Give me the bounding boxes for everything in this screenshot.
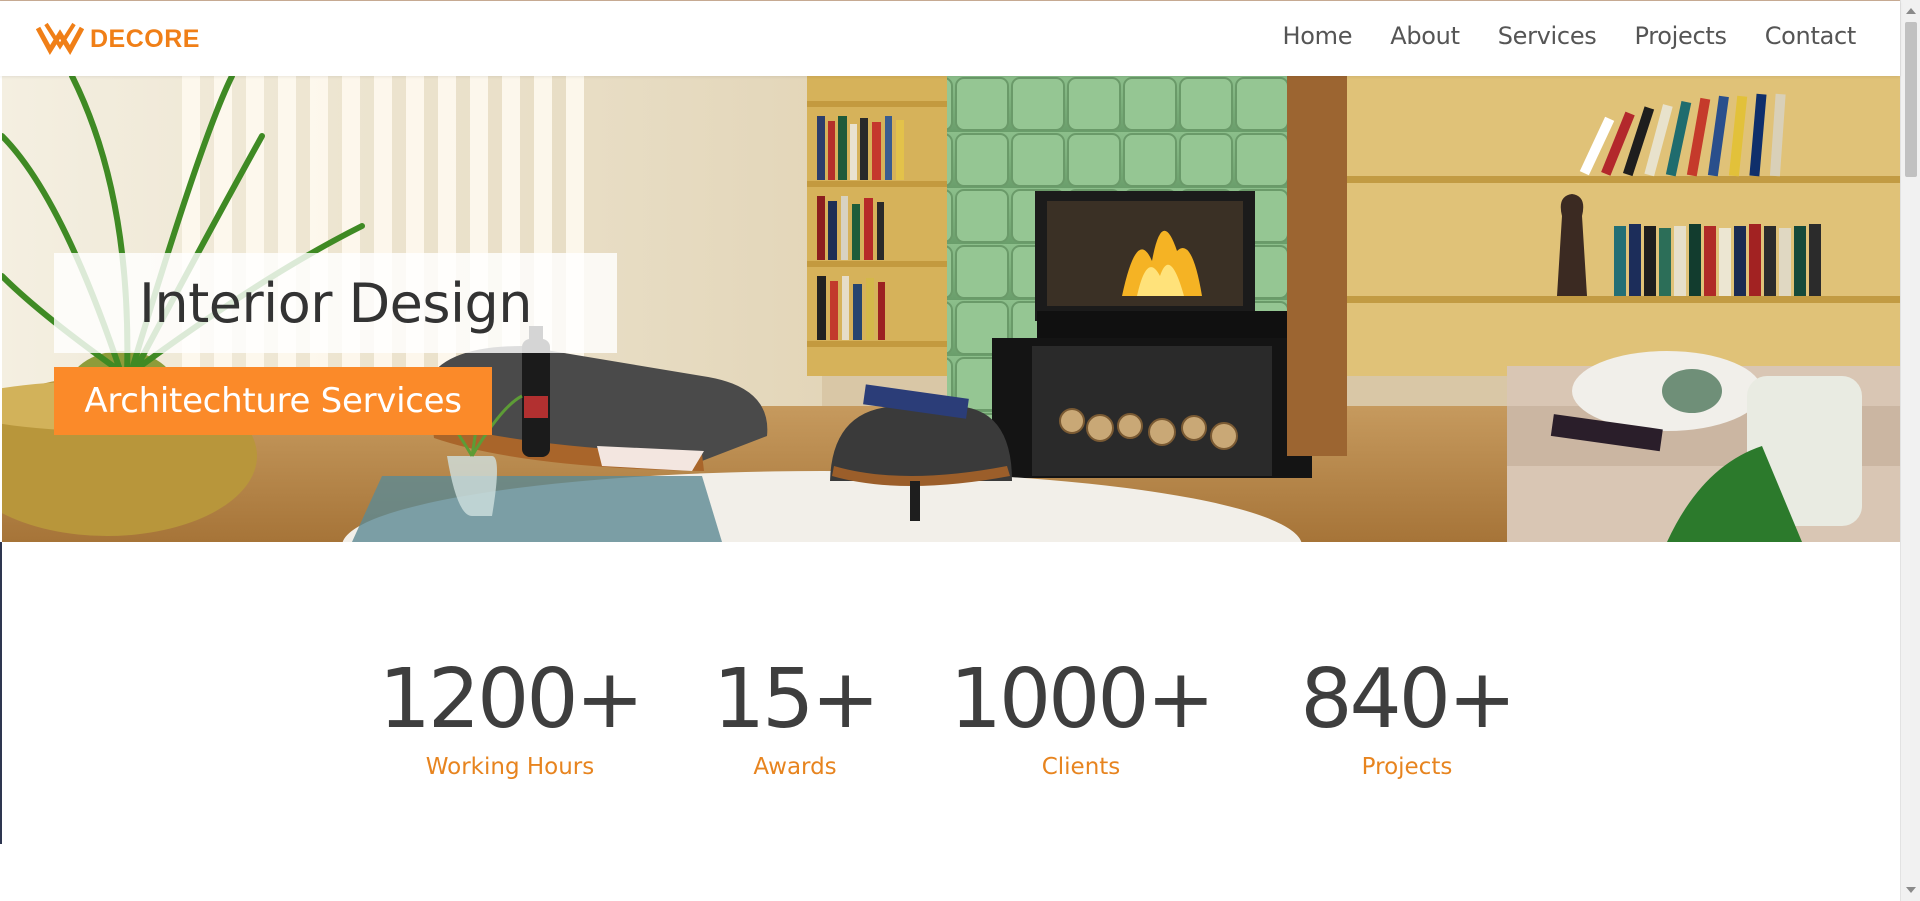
- scroll-down-arrow-icon[interactable]: [1906, 887, 1916, 893]
- nav-contact[interactable]: Contact: [1765, 22, 1857, 50]
- scroll-up-arrow-icon[interactable]: [1906, 8, 1916, 14]
- hero-title: Interior Design: [138, 271, 533, 335]
- nav-about[interactable]: About: [1390, 22, 1460, 50]
- stat-label: Projects: [1361, 754, 1453, 780]
- hero-title-box: Interior Design: [54, 253, 617, 353]
- decore-logo-icon: [36, 22, 84, 55]
- stat-value: 15+: [712, 652, 880, 747]
- main-nav: Home About Services Projects Contact: [1283, 22, 1857, 50]
- scrollbar-thumb[interactable]: [1905, 22, 1917, 177]
- stats-section: 1200+ Working Hours 15+ Awards 1000+ Cli…: [0, 650, 1900, 800]
- stat-value: 840+: [1300, 652, 1516, 747]
- stat-label: Awards: [753, 754, 837, 780]
- navbar: DECORE Home About Services Projects Cont…: [0, 1, 1900, 76]
- stat-value: 1000+: [949, 652, 1215, 747]
- brand-logo[interactable]: DECORE: [36, 20, 200, 58]
- brand-name: DECORE: [90, 24, 200, 53]
- stat-projects: 840+ Projects: [1300, 650, 1516, 780]
- nav-home[interactable]: Home: [1283, 22, 1353, 50]
- hero-subtitle: Architechture Services: [84, 381, 462, 421]
- nav-services[interactable]: Services: [1498, 22, 1597, 50]
- page-scrollbar[interactable]: [1900, 0, 1920, 901]
- stat-clients: 1000+ Clients: [949, 650, 1215, 780]
- nav-projects[interactable]: Projects: [1635, 22, 1728, 50]
- stat-awards: 15+ Awards: [712, 650, 880, 780]
- hero-banner: Interior Design Architechture Services: [2, 76, 1900, 542]
- stat-working-hours: 1200+ Working Hours: [378, 650, 644, 780]
- stat-label: Clients: [1041, 754, 1121, 780]
- stat-label: Working Hours: [425, 754, 595, 780]
- stat-value: 1200+: [378, 652, 644, 747]
- hero-subtitle-box: Architechture Services: [54, 367, 492, 435]
